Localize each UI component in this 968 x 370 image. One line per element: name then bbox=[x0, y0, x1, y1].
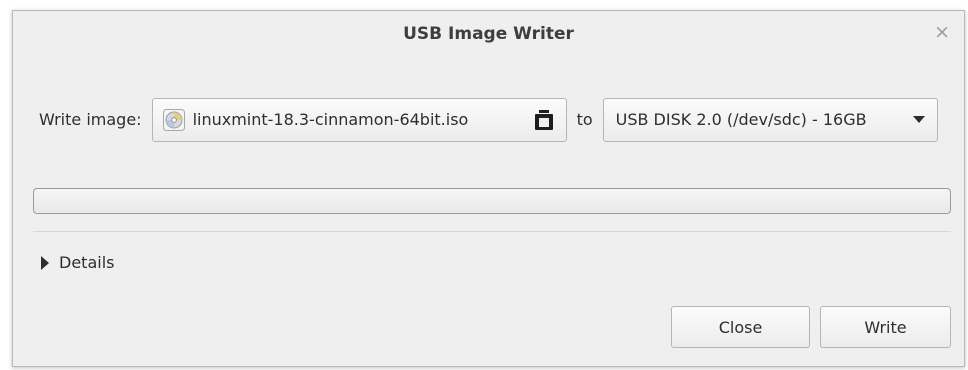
write-image-row: Write image: linuxmint-18.3-cinnamon-64b… bbox=[39, 91, 938, 148]
to-label: to bbox=[576, 110, 593, 129]
device-select[interactable]: USB DISK 2.0 (/dev/sdc) - 16GB bbox=[602, 97, 938, 142]
write-progress-bar bbox=[33, 188, 951, 214]
chevron-down-icon bbox=[912, 116, 925, 123]
window-title: USB Image Writer bbox=[403, 24, 574, 44]
details-expander[interactable]: Details bbox=[41, 253, 114, 272]
selected-device: USB DISK 2.0 (/dev/sdc) - 16GB bbox=[615, 110, 867, 129]
usb-image-writer-window: USB Image Writer × Write image: linuxmin… bbox=[12, 10, 965, 367]
selected-file-name: linuxmint-18.3-cinnamon-64bit.iso bbox=[192, 110, 469, 129]
details-label: Details bbox=[59, 253, 115, 272]
expander-arrow-icon bbox=[41, 255, 49, 270]
titlebar: USB Image Writer × bbox=[13, 11, 964, 57]
close-button[interactable]: Close bbox=[671, 306, 810, 348]
file-open-icon bbox=[534, 109, 553, 130]
file-chooser-button[interactable]: linuxmint-18.3-cinnamon-64bit.iso bbox=[151, 97, 567, 142]
write-button[interactable]: Write bbox=[820, 306, 951, 348]
separator bbox=[33, 231, 951, 232]
window-close-icon[interactable]: × bbox=[934, 22, 950, 42]
disc-icon bbox=[162, 108, 185, 131]
write-image-label: Write image: bbox=[39, 110, 142, 129]
